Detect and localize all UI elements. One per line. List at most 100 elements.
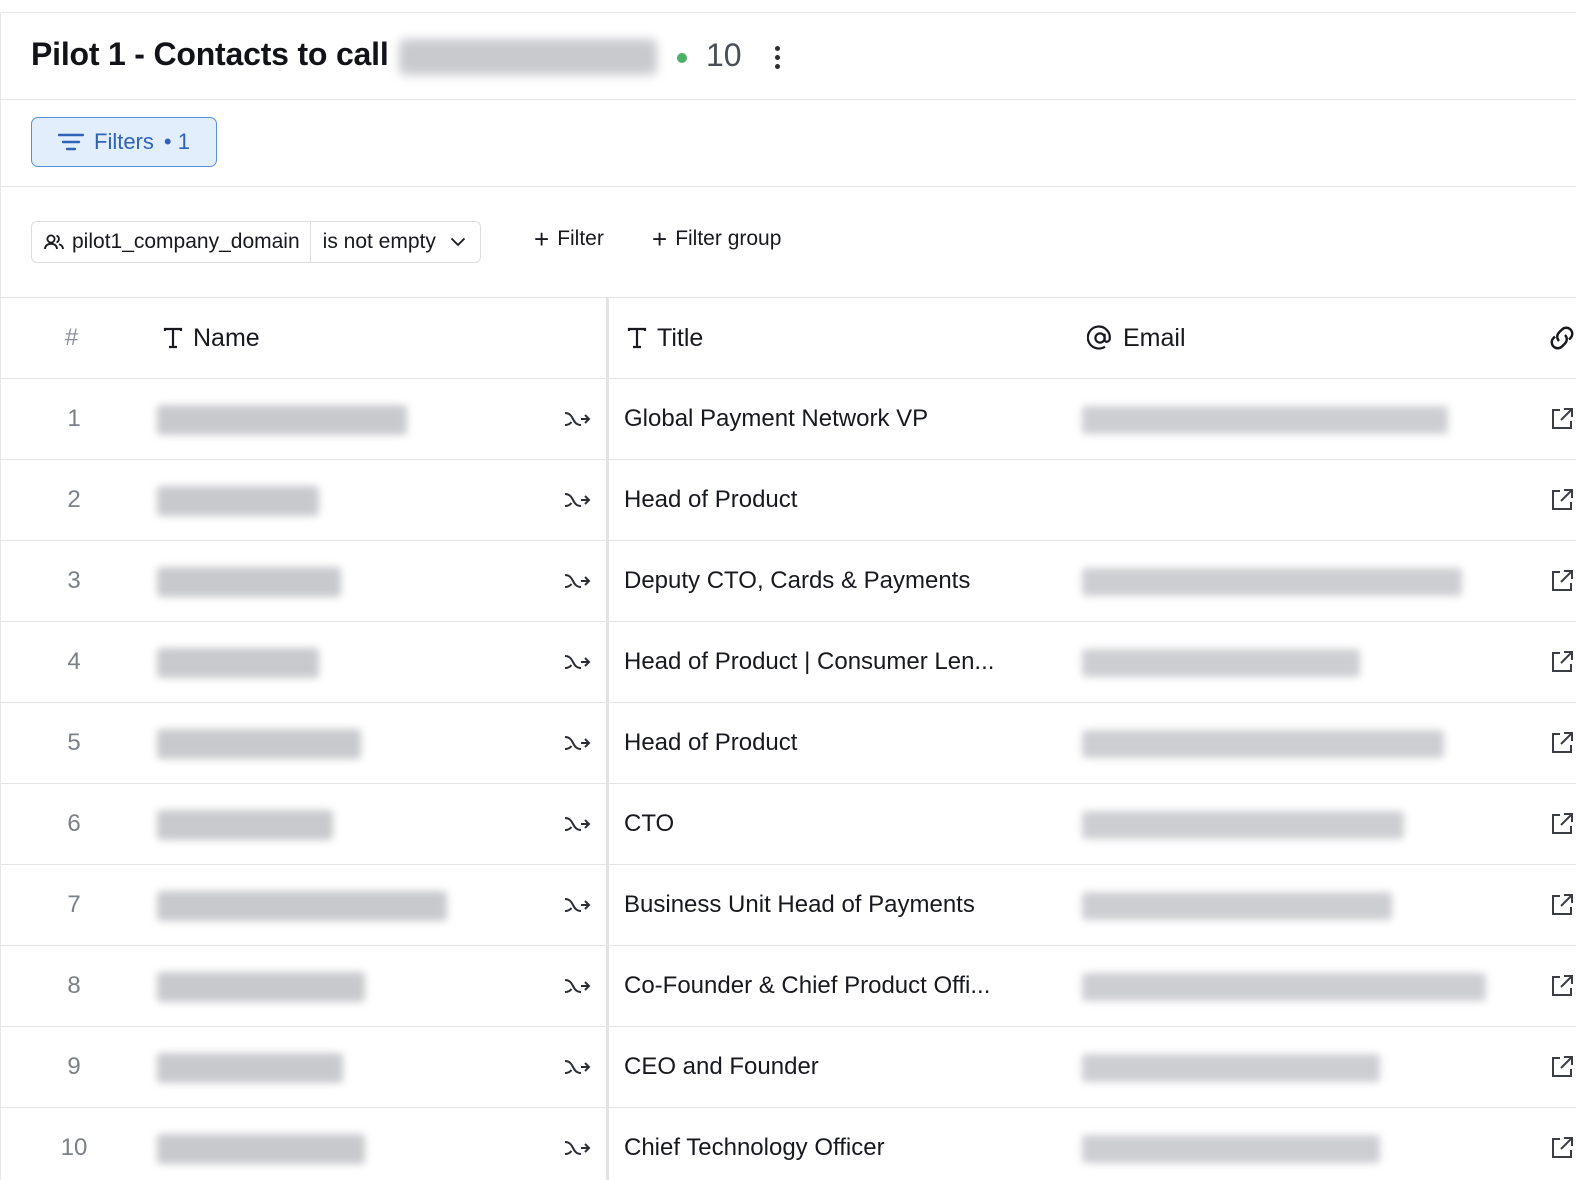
external-link-icon[interactable]	[1549, 892, 1575, 918]
row-number: 9	[67, 1053, 81, 1080]
redacted-name[interactable]	[157, 1053, 343, 1083]
title-cell[interactable]: CTO	[624, 784, 1044, 864]
external-link-icon[interactable]	[1549, 973, 1575, 999]
plus-icon: +	[652, 224, 668, 254]
redacted-email[interactable]	[1082, 649, 1360, 677]
add-filter-button[interactable]: + Filter	[534, 224, 604, 254]
redacted-email[interactable]	[1082, 1135, 1380, 1163]
table-row[interactable]: 8 Co-Founder & Chief Product Offi...	[1, 946, 1576, 1027]
title-cell[interactable]: Head of Product	[624, 703, 1044, 783]
external-link-icon[interactable]	[1549, 811, 1575, 837]
column-header-link[interactable]	[1547, 298, 1576, 378]
redacted-name[interactable]	[157, 1134, 365, 1164]
redacted-name[interactable]	[157, 810, 333, 840]
add-filter-group-button[interactable]: + Filter group	[652, 224, 782, 254]
filter-field-label: pilot1_company_domain	[72, 230, 300, 253]
external-link-icon[interactable]	[1549, 568, 1575, 594]
redacted-name[interactable]	[157, 405, 407, 435]
table-row[interactable]: 1 Global Payment Network VP	[1, 379, 1576, 460]
plus-icon: +	[534, 224, 550, 254]
add-filter-label: Filter	[557, 227, 604, 250]
external-link-icon[interactable]	[1549, 1054, 1575, 1080]
filters-button[interactable]: Filters • 1	[31, 117, 217, 167]
column-header-name-label: Name	[193, 323, 260, 352]
table-row[interactable]: 4 Head of Product | Consumer Len...	[1, 622, 1576, 703]
redacted-name[interactable]	[157, 891, 447, 921]
title-cell[interactable]: Head of Product	[624, 460, 1044, 540]
view-toolbar: Filters • 1	[1, 100, 1576, 187]
row-number: 6	[67, 810, 81, 837]
text-type-icon	[163, 327, 183, 349]
filters-label: Filters	[94, 129, 154, 154]
open-record-icon[interactable]	[563, 1136, 591, 1160]
table-row[interactable]: 6 CTO	[1, 784, 1576, 865]
row-number: 3	[67, 567, 81, 594]
title-cell[interactable]: Co-Founder & Chief Product Offi...	[624, 946, 1044, 1026]
kebab-menu-icon	[774, 45, 780, 51]
redacted-email[interactable]	[1082, 973, 1486, 1001]
redacted-email[interactable]	[1082, 892, 1392, 920]
column-header-email[interactable]: Email	[1087, 298, 1186, 378]
more-options-button[interactable]	[763, 39, 791, 75]
external-link-icon[interactable]	[1549, 730, 1575, 756]
row-number: 7	[67, 891, 81, 918]
column-header-number: #	[65, 324, 79, 351]
title-cell[interactable]: Business Unit Head of Payments	[624, 865, 1044, 945]
title-cell[interactable]: CEO and Founder	[624, 1027, 1044, 1107]
redacted-email[interactable]	[1082, 406, 1448, 434]
title-cell[interactable]: Global Payment Network VP	[624, 379, 1044, 459]
open-record-icon[interactable]	[563, 731, 591, 755]
title-cell[interactable]: Chief Technology Officer	[624, 1108, 1044, 1180]
redacted-name[interactable]	[157, 729, 361, 759]
filter-operator-dropdown[interactable]: is not empty	[311, 222, 480, 262]
redacted-name[interactable]	[157, 648, 319, 678]
column-header-email-label: Email	[1123, 323, 1186, 352]
open-record-icon[interactable]	[563, 1055, 591, 1079]
row-number: 2	[67, 486, 81, 513]
table-row[interactable]: 9 CEO and Founder	[1, 1027, 1576, 1108]
redacted-name[interactable]	[157, 567, 341, 597]
table-body: 1 Global Payment Network VP 2 Head of Produ…	[1, 379, 1576, 1180]
filter-field-selector[interactable]: pilot1_company_domain	[32, 222, 310, 262]
table-row[interactable]: 10 Chief Technology Officer	[1, 1108, 1576, 1180]
column-header-name[interactable]: Name	[163, 298, 260, 378]
open-record-icon[interactable]	[563, 407, 591, 431]
redacted-name[interactable]	[157, 972, 365, 1002]
external-link-icon[interactable]	[1549, 649, 1575, 675]
at-sign-icon	[1087, 325, 1111, 350]
redacted-email[interactable]	[1082, 1054, 1380, 1082]
column-header-title-label: Title	[657, 323, 704, 352]
redacted-email[interactable]	[1082, 730, 1444, 758]
page-title: Pilot 1 - Contacts to call	[31, 36, 389, 72]
external-link-icon[interactable]	[1549, 406, 1575, 432]
column-header-title[interactable]: Title	[627, 298, 703, 378]
table-view: Pilot 1 - Contacts to call 10 Filters • …	[0, 12, 1576, 1180]
open-record-icon[interactable]	[563, 569, 591, 593]
open-record-icon[interactable]	[563, 650, 591, 674]
external-link-icon[interactable]	[1549, 1135, 1575, 1161]
table-row[interactable]: 2 Head of Product	[1, 460, 1576, 541]
chevron-down-icon	[450, 237, 466, 247]
view-header: Pilot 1 - Contacts to call 10	[1, 13, 1576, 100]
open-record-icon[interactable]	[563, 812, 591, 836]
table-header: # Name Title Email	[1, 298, 1576, 379]
redacted-name[interactable]	[157, 486, 319, 516]
table-row[interactable]: 7 Business Unit Head of Payments	[1, 865, 1576, 946]
link-icon	[1550, 326, 1574, 350]
redacted-email[interactable]	[1082, 568, 1462, 596]
external-link-icon[interactable]	[1549, 487, 1575, 513]
title-cell[interactable]: Deputy CTO, Cards & Payments	[624, 541, 1044, 621]
title-cell[interactable]: Head of Product | Consumer Len...	[624, 622, 1044, 702]
redacted-email[interactable]	[1082, 811, 1404, 839]
add-filter-group-label: Filter group	[675, 227, 782, 250]
status-dot-icon	[677, 53, 687, 63]
text-type-icon	[627, 327, 647, 349]
filter-operator-label: is not empty	[322, 230, 436, 253]
table-row[interactable]: 3 Deputy CTO, Cards & Payments	[1, 541, 1576, 622]
row-number: 5	[67, 729, 81, 756]
open-record-icon[interactable]	[563, 974, 591, 998]
open-record-icon[interactable]	[563, 488, 591, 512]
row-number: 1	[67, 405, 81, 432]
table-row[interactable]: 5 Head of Product	[1, 703, 1576, 784]
open-record-icon[interactable]	[563, 893, 591, 917]
